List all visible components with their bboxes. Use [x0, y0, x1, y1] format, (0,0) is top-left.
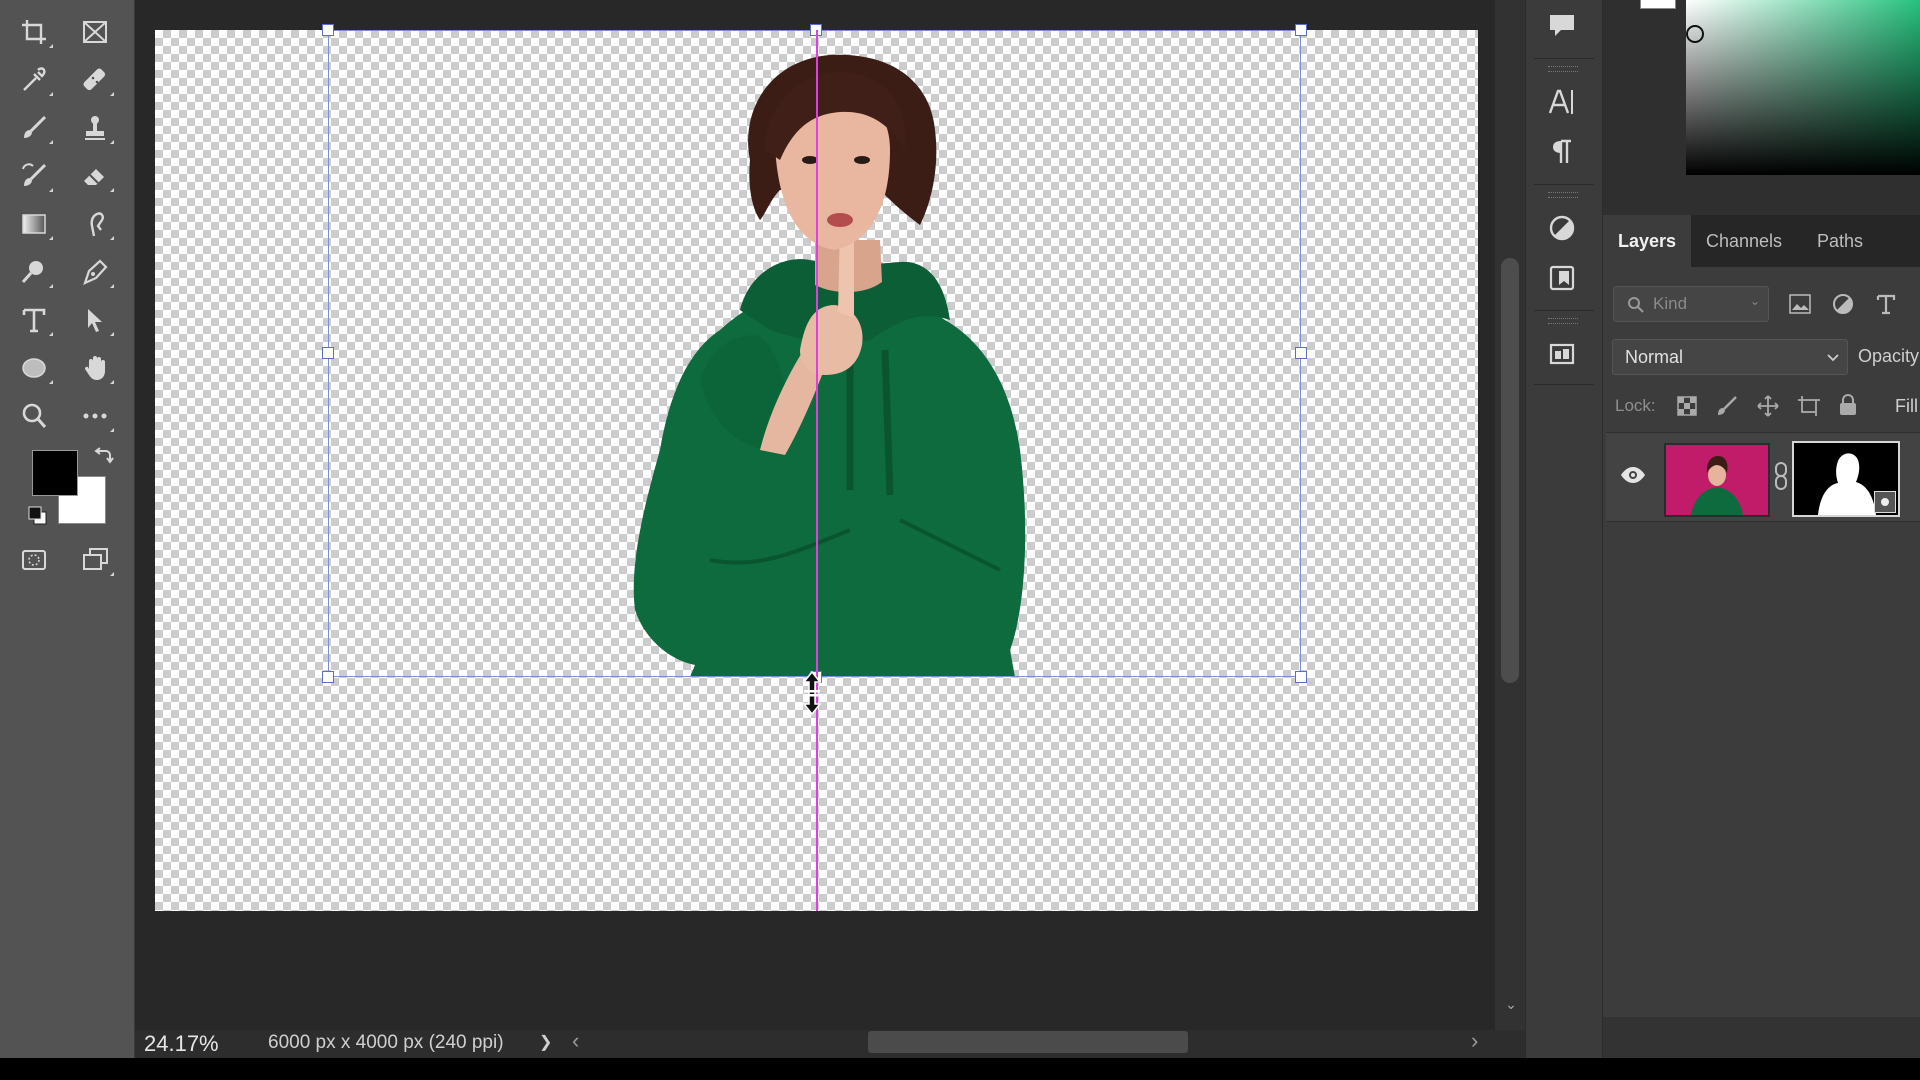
filter-dropdown-icon: ⌄: [1750, 294, 1761, 308]
brush-icon[interactable]: [14, 108, 54, 148]
smudge-icon[interactable]: [75, 204, 115, 244]
color-picker-marker[interactable]: [1686, 25, 1704, 43]
comment-icon[interactable]: [1542, 6, 1582, 46]
vertical-resize-cursor: [802, 670, 822, 716]
history-brush-icon[interactable]: [14, 156, 54, 196]
lock-image-icon[interactable]: [1716, 395, 1738, 417]
transform-handle-top-right[interactable]: [1295, 24, 1307, 36]
default-colors-icon[interactable]: [28, 506, 48, 526]
magnifier-icon[interactable]: [14, 396, 54, 436]
fill-label: Fill: [1895, 396, 1918, 416]
artboard-icon[interactable]: [1542, 332, 1582, 372]
filter-adjustment-icon[interactable]: [1832, 293, 1854, 315]
lock-transparent-icon[interactable]: [1676, 395, 1698, 417]
stamp-icon[interactable]: [75, 108, 115, 148]
foreground-color-swatch[interactable]: [32, 450, 78, 496]
tab-paths[interactable]: Paths: [1797, 215, 1883, 267]
transform-handle-bottom-right[interactable]: [1295, 671, 1307, 683]
smart-guide-line: [816, 30, 818, 911]
layer-mask-thumbnail[interactable]: [1792, 441, 1900, 517]
gradient-icon[interactable]: [14, 204, 54, 244]
zoom-level[interactable]: 24.17%: [144, 1031, 219, 1057]
collapsed-panels-dock: [1525, 0, 1603, 1058]
transform-handle-top-left[interactable]: [322, 24, 334, 36]
transform-handle-bottom-left[interactable]: [322, 671, 334, 683]
layer-row[interactable]: [1606, 432, 1920, 522]
transform-handle-middle-right[interactable]: [1295, 347, 1307, 359]
eraser-icon[interactable]: [75, 156, 115, 196]
filter-type-icon[interactable]: [1875, 293, 1897, 315]
layer-thumbnail-image: [1691, 456, 1743, 515]
screen-mode-icon[interactable]: [75, 540, 115, 580]
adjustments-icon[interactable]: [1542, 208, 1582, 248]
blend-mode-select[interactable]: Normal: [1612, 339, 1848, 375]
scroll-down-icon[interactable]: ⌄: [1503, 996, 1519, 1012]
panel-footer: [1603, 1017, 1920, 1058]
arrow-icon[interactable]: [75, 300, 115, 340]
quick-mask-icon[interactable]: [14, 540, 54, 580]
layer-thumbnail[interactable]: [1664, 443, 1770, 517]
frame-icon[interactable]: [75, 12, 115, 52]
lock-artboard-icon[interactable]: [1797, 395, 1821, 417]
healing-brush-icon[interactable]: [75, 60, 115, 100]
tab-channels[interactable]: Channels: [1691, 215, 1797, 267]
color-saturation-field[interactable]: [1686, 0, 1920, 175]
status-bar: 24.17% 6000 px x 4000 px (240 ppi) ❯ ‹ ›: [135, 1028, 1525, 1058]
paragraph-icon[interactable]: [1542, 132, 1582, 172]
crop-icon[interactable]: [14, 12, 54, 52]
link-chain-icon[interactable]: [1774, 461, 1788, 491]
pen-icon[interactable]: [75, 252, 115, 292]
character-icon[interactable]: [1542, 82, 1582, 122]
scroll-left-icon[interactable]: ‹: [572, 1028, 579, 1054]
transform-bounding-box[interactable]: [328, 30, 1301, 677]
document-info: 6000 px x 4000 px (240 ppi): [268, 1032, 504, 1053]
libraries-icon[interactable]: [1542, 258, 1582, 298]
dodge-icon[interactable]: [14, 252, 54, 292]
opacity-label: Opacity: [1858, 346, 1920, 366]
color-swatch-current[interactable]: [1640, 0, 1676, 9]
scroll-right-icon[interactable]: ›: [1471, 1028, 1478, 1054]
status-expand-icon[interactable]: ❯: [539, 1032, 552, 1052]
transform-handle-middle-left[interactable]: [322, 347, 334, 359]
horizontal-scroll-thumb[interactable]: [868, 1031, 1188, 1053]
eyedropper-icon[interactable]: [14, 60, 54, 100]
lock-position-icon[interactable]: [1756, 394, 1780, 418]
blend-mode-value: Normal: [1625, 347, 1684, 367]
smart-filter-badge: [1874, 491, 1896, 513]
lock-label: Lock:: [1615, 396, 1656, 415]
swap-colors-icon[interactable]: [92, 444, 114, 466]
tools-panel: [0, 0, 135, 1058]
search-icon: [1628, 297, 1644, 313]
eye-visibility-icon[interactable]: [1620, 466, 1646, 484]
filter-pixel-icon[interactable]: [1789, 294, 1811, 314]
ellipse-icon[interactable]: [14, 348, 54, 388]
tab-layers[interactable]: Layers: [1603, 215, 1691, 267]
lock-all-icon[interactable]: [1838, 393, 1858, 417]
ellipsis-icon[interactable]: [75, 396, 115, 436]
type-icon[interactable]: [14, 300, 54, 340]
chevron-down-icon: [1827, 354, 1839, 362]
hand-icon[interactable]: [75, 348, 115, 388]
filter-kind-label: Kind: [1653, 294, 1688, 313]
vertical-scroll-thumb[interactable]: [1501, 258, 1519, 683]
layers-panel: Kind ⌄ Normal Opacity Lock: Fill: [1603, 267, 1920, 1017]
layer-filter-kind[interactable]: Kind ⌄: [1613, 286, 1769, 322]
